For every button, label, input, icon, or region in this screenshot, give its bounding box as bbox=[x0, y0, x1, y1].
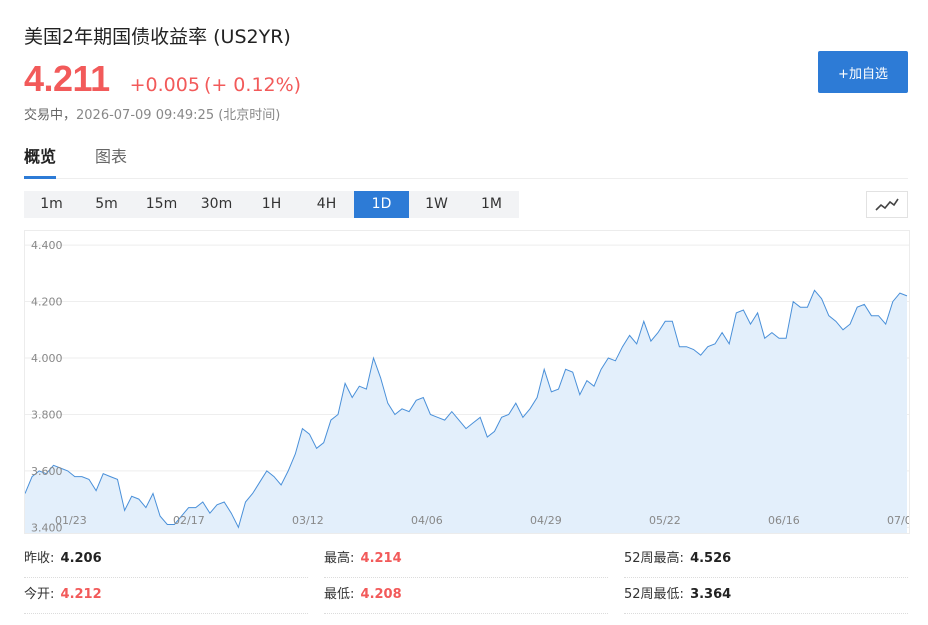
stat-52w-low: 52周最低: 3.364 bbox=[624, 578, 908, 614]
status-text: 交易中， bbox=[24, 108, 77, 123]
x-tick-label: 03/12 bbox=[292, 514, 324, 527]
stat-label: 52周最高: bbox=[624, 551, 684, 566]
last-price: 4.211 bbox=[24, 58, 110, 99]
x-tick-label: 04/06 bbox=[411, 514, 443, 527]
stat-label: 昨收: bbox=[24, 551, 55, 566]
tab-chart[interactable]: 图表 bbox=[95, 146, 127, 179]
price-change-percent: (+ 0.12%) bbox=[203, 74, 302, 96]
stat-value: 4.212 bbox=[60, 587, 102, 602]
x-tick-label: 06/16 bbox=[768, 514, 800, 527]
y-tick-label: 4.400 bbox=[31, 239, 63, 252]
instrument-code: (US2YR) bbox=[213, 26, 291, 48]
range-4h[interactable]: 4H bbox=[299, 191, 354, 218]
x-tick-label: 04/29 bbox=[530, 514, 562, 527]
range-1m[interactable]: 1m bbox=[24, 191, 79, 218]
stat-52w-high: 52周最高: 4.526 bbox=[624, 542, 908, 578]
stat-low: 最低: 4.208 bbox=[324, 578, 608, 614]
range-30m[interactable]: 30m bbox=[189, 191, 244, 218]
time-range-selector: 1m 5m 15m 30m 1H 4H 1D 1W 1M bbox=[24, 191, 519, 218]
price-chart[interactable]: 3.400 3.600 3.800 4.000 4.200 4.400 01/23 02/17… bbox=[24, 230, 910, 534]
x-tick-label: 02/17 bbox=[173, 514, 205, 527]
instrument-name: 美国2年期国债收益率 bbox=[24, 26, 208, 48]
stat-value: 4.526 bbox=[690, 551, 732, 566]
stat-open: 今开: 4.212 bbox=[24, 578, 308, 614]
y-tick-label: 3.600 bbox=[31, 465, 63, 478]
x-tick-label: 05/22 bbox=[649, 514, 681, 527]
y-tick-label: 4.200 bbox=[31, 296, 63, 309]
range-1h[interactable]: 1H bbox=[244, 191, 299, 218]
stat-label: 最低: bbox=[324, 587, 355, 602]
range-1w[interactable]: 1W bbox=[409, 191, 464, 218]
range-1d[interactable]: 1D bbox=[354, 191, 409, 218]
range-15m[interactable]: 15m bbox=[134, 191, 189, 218]
chart-type-button[interactable] bbox=[866, 191, 908, 218]
tab-overview[interactable]: 概览 bbox=[24, 146, 57, 179]
tab-bar: 概览 图表 bbox=[24, 146, 908, 179]
stat-label: 52周最低: bbox=[624, 587, 684, 602]
y-tick-label: 4.000 bbox=[31, 352, 63, 365]
add-watchlist-button[interactable]: +加自选 bbox=[818, 51, 908, 93]
stat-value: 4.208 bbox=[360, 587, 402, 602]
series-area bbox=[25, 290, 907, 533]
stat-label: 最高: bbox=[324, 551, 355, 566]
stat-prev-close: 昨收: 4.206 bbox=[24, 542, 308, 578]
x-tick-label: 07/0 bbox=[887, 514, 909, 527]
price-row: 4.211 +0.005 (+ 0.12%) bbox=[24, 58, 301, 102]
range-5m[interactable]: 5m bbox=[79, 191, 134, 218]
timestamp: 2026-07-09 09:49:25 (北京时间) bbox=[76, 108, 281, 123]
stat-label: 今开: bbox=[24, 587, 55, 602]
stat-value: 3.364 bbox=[690, 587, 732, 602]
stat-value: 4.214 bbox=[360, 551, 402, 566]
price-change: +0.005 bbox=[129, 74, 200, 96]
stat-high: 最高: 4.214 bbox=[324, 542, 608, 578]
trading-status: 交易中，2026-07-09 09:49:25 (北京时间) bbox=[24, 104, 280, 123]
y-tick-label: 3.800 bbox=[31, 408, 63, 421]
x-tick-label: 01/23 bbox=[55, 514, 87, 527]
line-chart-icon bbox=[875, 198, 899, 211]
chart-canvas: 3.4003.6003.8004.0004.2004.40001/23 02/17… bbox=[25, 239, 909, 533]
quote-stats: 昨收: 4.206 最高: 4.214 52周最高: 4.526 今开: 4.2… bbox=[24, 542, 908, 614]
range-1mo[interactable]: 1M bbox=[464, 191, 519, 218]
stat-value: 4.206 bbox=[60, 551, 102, 566]
page-title: 美国2年期国债收益率 (US2YR) bbox=[24, 22, 291, 49]
